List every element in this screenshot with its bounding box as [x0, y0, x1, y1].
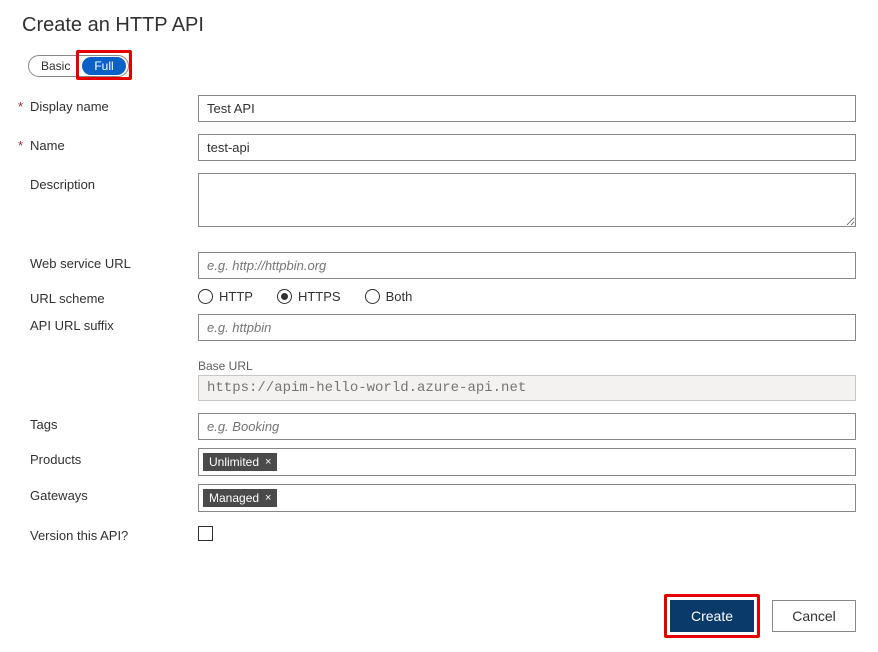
label-web-service-url: Web service URL: [30, 256, 131, 271]
display-name-input[interactable]: [198, 95, 856, 122]
label-tags: Tags: [30, 417, 57, 432]
products-input[interactable]: Unlimited ×: [198, 448, 856, 476]
label-products: Products: [30, 452, 81, 467]
web-service-url-input[interactable]: [198, 252, 856, 279]
label-gateways: Gateways: [30, 488, 88, 503]
radio-icon: [198, 289, 213, 304]
create-button[interactable]: Create: [670, 600, 754, 632]
radio-icon: [365, 289, 380, 304]
tags-input[interactable]: [198, 413, 856, 440]
close-icon[interactable]: ×: [265, 492, 271, 504]
radio-icon: [277, 289, 292, 304]
cancel-button[interactable]: Cancel: [772, 600, 856, 632]
gateway-chip-label: Managed: [209, 491, 259, 505]
radio-https[interactable]: HTTPS: [277, 289, 341, 304]
toggle-basic[interactable]: Basic: [29, 56, 82, 76]
gateway-chip: Managed ×: [203, 489, 277, 507]
label-display-name: Display name: [30, 99, 109, 114]
label-base-url: Base URL: [198, 359, 856, 373]
label-api-url-suffix: API URL suffix: [30, 318, 114, 333]
radio-https-label: HTTPS: [298, 289, 341, 304]
view-toggle: Basic Full: [28, 55, 129, 77]
description-textarea[interactable]: [198, 173, 856, 227]
label-version-api: Version this API?: [30, 528, 128, 543]
radio-both[interactable]: Both: [365, 289, 413, 304]
label-description: Description: [30, 177, 95, 192]
base-url-readonly: https://apim-hello-world.azure-api.net: [198, 375, 856, 401]
required-mark: *: [18, 99, 30, 114]
version-api-checkbox[interactable]: [198, 526, 213, 541]
required-mark: *: [18, 138, 30, 153]
radio-both-label: Both: [386, 289, 413, 304]
toggle-full[interactable]: Full: [82, 57, 125, 75]
label-name: Name: [30, 138, 65, 153]
gateways-input[interactable]: Managed ×: [198, 484, 856, 512]
close-icon[interactable]: ×: [265, 456, 271, 468]
name-input[interactable]: [198, 134, 856, 161]
product-chip-label: Unlimited: [209, 455, 259, 469]
label-url-scheme: URL scheme: [30, 291, 105, 306]
radio-http-label: HTTP: [219, 289, 253, 304]
radio-http[interactable]: HTTP: [198, 289, 253, 304]
page-title: Create an HTTP API: [22, 14, 856, 37]
product-chip: Unlimited ×: [203, 453, 277, 471]
api-url-suffix-input[interactable]: [198, 314, 856, 341]
